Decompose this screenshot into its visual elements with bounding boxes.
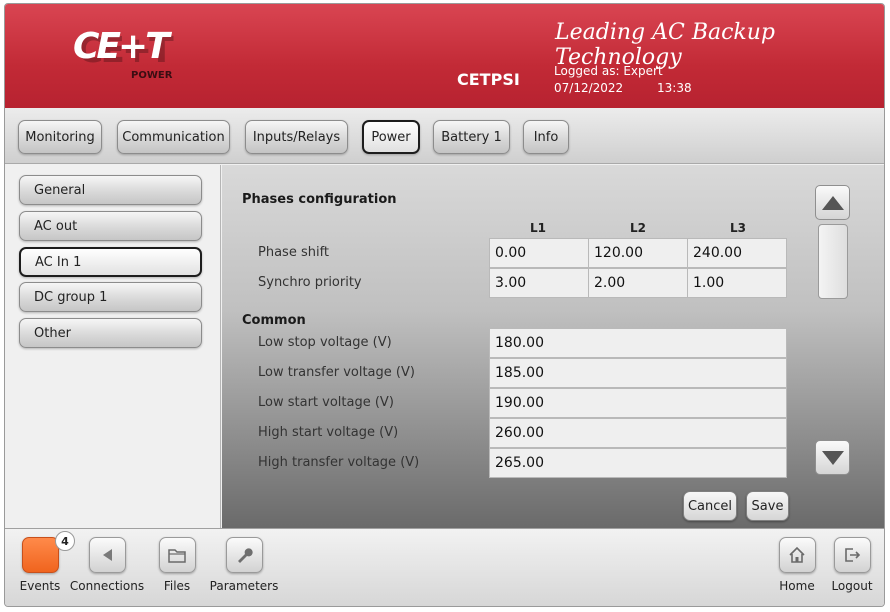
parameters-label: Parameters — [209, 579, 279, 593]
high-start-voltage-field[interactable]: 260.00 — [489, 418, 787, 448]
folder-icon — [158, 537, 196, 573]
events-label: Events — [19, 579, 61, 593]
low-transfer-voltage-field[interactable]: 185.00 — [489, 358, 787, 388]
settings-panel: Phases configuration L1 L2 L3 Phase shif… — [222, 165, 884, 528]
high-transfer-voltage-field[interactable]: 265.00 — [489, 448, 787, 478]
low-transfer-voltage-label: Low transfer voltage (V) — [258, 365, 415, 380]
logout-label: Logout — [831, 579, 873, 593]
sidebar: General AC out AC In 1 DC group 1 Other — [5, 165, 221, 528]
high-start-voltage-label: High start voltage (V) — [258, 425, 399, 440]
footer-toolbar: 4 Events Connections Files Parameters Ho… — [5, 528, 884, 606]
files-label: Files — [163, 579, 191, 593]
synchro-priority-label: Synchro priority — [258, 275, 362, 290]
events-icon — [21, 537, 59, 573]
arrow-down-icon — [821, 450, 844, 465]
connections-label: Connections — [69, 579, 145, 593]
sidebar-item-dc-group-1[interactable]: DC group 1 — [19, 282, 202, 312]
logout-icon — [833, 537, 871, 573]
save-button[interactable]: Save — [746, 491, 789, 521]
sidebar-item-ac-in-1[interactable]: AC In 1 — [19, 247, 202, 277]
scroll-up-button[interactable] — [815, 185, 850, 220]
column-header-l1: L1 — [530, 221, 546, 235]
low-stop-voltage-label: Low stop voltage (V) — [258, 335, 392, 350]
tab-inputs-relays[interactable]: Inputs/Relays — [245, 120, 348, 154]
wrench-icon — [225, 537, 263, 573]
device-name: CETPSI — [457, 70, 520, 89]
low-start-voltage-label: Low start voltage (V) — [258, 395, 394, 410]
sidebar-item-general[interactable]: General — [19, 175, 202, 205]
tab-power[interactable]: Power — [362, 120, 420, 154]
home-label: Home — [779, 579, 815, 593]
header: CE+T CE+T POWER Leading AC Backup Techno… — [5, 4, 884, 108]
arrow-up-icon — [821, 195, 844, 210]
common-section-title: Common — [242, 313, 306, 328]
app-window: CE+T CE+T POWER Leading AC Backup Techno… — [4, 3, 885, 607]
sidebar-item-ac-out[interactable]: AC out — [19, 211, 202, 241]
phase-shift-label: Phase shift — [258, 245, 330, 260]
logout-button[interactable]: Logout — [827, 537, 877, 593]
phases-section-title: Phases configuration — [242, 192, 397, 207]
date-label: 07/12/2022 — [554, 81, 624, 95]
tagline: Leading AC Backup Technology — [555, 20, 776, 70]
tab-monitoring[interactable]: Monitoring — [18, 120, 102, 154]
synchro-priority-l3-field[interactable]: 1.00 — [687, 268, 787, 298]
cancel-button[interactable]: Cancel — [683, 491, 737, 521]
tab-communication[interactable]: Communication — [117, 120, 230, 154]
parameters-button[interactable]: Parameters — [209, 537, 279, 593]
connections-button[interactable]: Connections — [69, 537, 145, 593]
tab-battery-1[interactable]: Battery 1 — [433, 120, 510, 154]
phase-shift-l1-field[interactable]: 0.00 — [489, 238, 589, 268]
scrollbar-thumb[interactable] — [818, 224, 848, 299]
tab-info[interactable]: Info — [523, 120, 569, 154]
low-stop-voltage-field[interactable]: 180.00 — [489, 328, 787, 358]
synchro-priority-l1-field[interactable]: 3.00 — [489, 268, 589, 298]
home-button[interactable]: Home — [775, 537, 819, 593]
column-header-l3: L3 — [730, 221, 746, 235]
phase-shift-l2-field[interactable]: 120.00 — [588, 238, 688, 268]
brand-logo-text: CE+T — [73, 26, 170, 67]
events-button[interactable]: 4 Events — [15, 531, 75, 593]
column-header-l2: L2 — [630, 221, 646, 235]
connections-icon — [88, 537, 126, 573]
files-button[interactable]: Files — [155, 537, 199, 593]
high-transfer-voltage-label: High transfer voltage (V) — [258, 455, 420, 470]
time-label: 13:38 — [657, 81, 692, 95]
home-icon — [778, 537, 816, 573]
top-tab-bar: Monitoring Communication Inputs/Relays P… — [5, 108, 884, 164]
synchro-priority-l2-field[interactable]: 2.00 — [588, 268, 688, 298]
logged-as-label: Logged as: Expert — [554, 64, 663, 78]
brand-logo: CE+T CE+T POWER — [73, 26, 174, 81]
phase-shift-l3-field[interactable]: 240.00 — [687, 238, 787, 268]
brand-logo-subtitle: POWER — [131, 70, 173, 81]
scroll-down-button[interactable] — [815, 440, 850, 475]
sidebar-item-other[interactable]: Other — [19, 318, 202, 348]
low-start-voltage-field[interactable]: 190.00 — [489, 388, 787, 418]
